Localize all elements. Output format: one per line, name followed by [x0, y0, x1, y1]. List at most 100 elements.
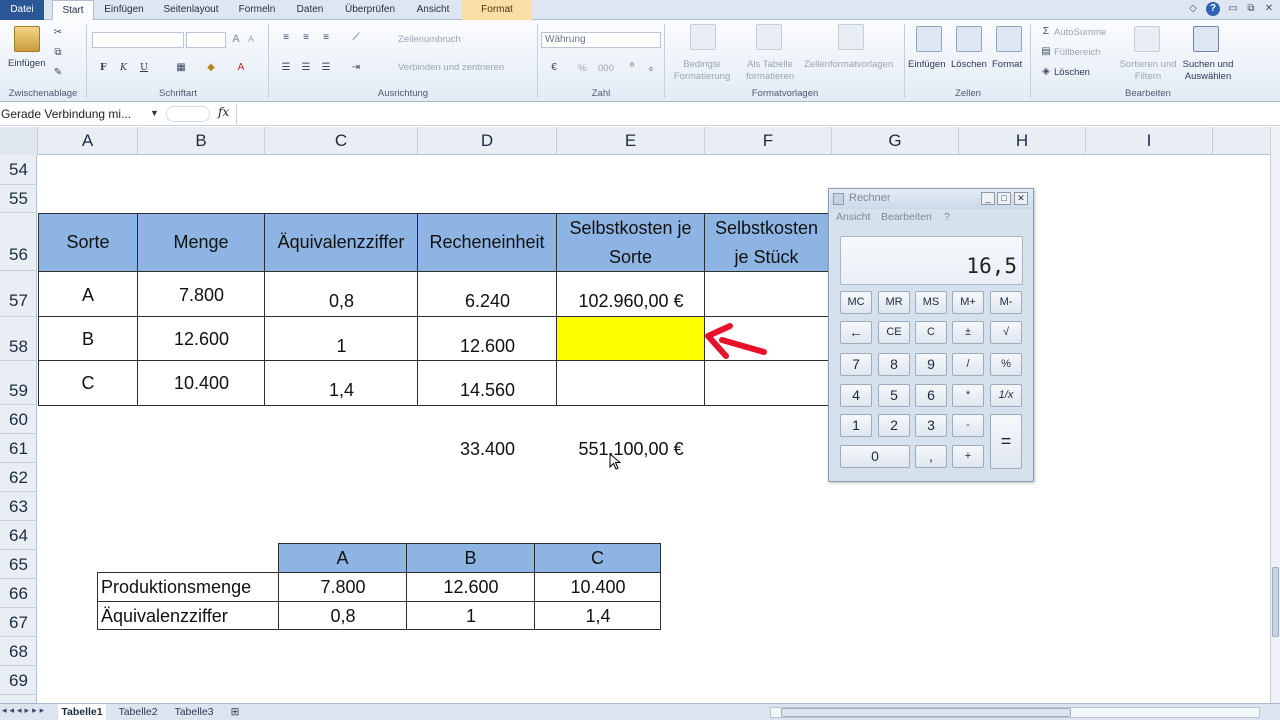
copy-icon[interactable]: ⧉: [52, 47, 64, 59]
paste-icon[interactable]: [14, 26, 40, 52]
sheet-tab-tabelle2[interactable]: Tabelle2: [114, 704, 162, 720]
close-workbook-icon[interactable]: ✕: [1262, 2, 1276, 16]
calc-key-backspace[interactable]: ←: [840, 321, 872, 344]
wrap-text-button[interactable]: Zeilenumbruch: [398, 34, 461, 45]
vertical-scroll-thumb[interactable]: [1272, 567, 1279, 637]
border-icon[interactable]: ▦: [175, 62, 187, 74]
row-header-60[interactable]: 60: [0, 405, 37, 434]
format-cells-icon[interactable]: [996, 26, 1022, 52]
cell-e59[interactable]: [556, 360, 705, 406]
column-header-b[interactable]: B: [138, 127, 265, 155]
fill-color-icon[interactable]: ◆: [205, 62, 217, 74]
percent-button[interactable]: %: [578, 63, 586, 74]
cell-f59[interactable]: [704, 360, 828, 406]
orientation-icon[interactable]: ⟋: [350, 32, 362, 44]
calc-key-decimal[interactable]: ,: [915, 445, 947, 468]
row-header-56[interactable]: 56: [0, 213, 37, 271]
column-header-g[interactable]: G: [832, 127, 959, 155]
grow-font-button[interactable]: A: [232, 33, 240, 45]
header-recheneinheit[interactable]: Recheneinheit: [417, 213, 557, 272]
sort-filter-button[interactable]: Sortieren und Filtern: [1118, 59, 1178, 83]
column-header-f[interactable]: F: [705, 127, 832, 155]
paste-button[interactable]: Einfügen: [8, 58, 46, 69]
column-header-i[interactable]: I: [1086, 127, 1213, 155]
header-menge[interactable]: Menge: [137, 213, 265, 272]
help-icon[interactable]: ?: [1206, 2, 1220, 16]
column-header-d[interactable]: D: [418, 127, 557, 155]
calc-key-mr[interactable]: MR: [878, 291, 910, 314]
row-header-62[interactable]: 62: [0, 463, 37, 492]
cell-e58-highlighted[interactable]: [556, 316, 705, 361]
conditional-formatting-button[interactable]: Bedingte Formatierung: [668, 59, 736, 83]
tab-format[interactable]: Format: [462, 0, 532, 20]
minimize-window-icon[interactable]: ▭: [1226, 2, 1240, 16]
calc-key-plus[interactable]: +: [952, 445, 984, 468]
sheet-tab-tabelle1[interactable]: Tabelle1: [58, 704, 106, 720]
row-header-58[interactable]: 58: [0, 317, 37, 361]
font-color-icon[interactable]: A: [235, 62, 247, 74]
increase-decimal-icon[interactable]: ⁰: [626, 62, 638, 74]
underline-button[interactable]: U: [140, 62, 148, 73]
align-middle-icon[interactable]: ≡: [300, 32, 312, 44]
calc-key-multiply[interactable]: *: [952, 384, 984, 407]
calc-key-1[interactable]: 1: [840, 414, 872, 437]
merge-center-button[interactable]: Verbinden und zentrieren: [398, 62, 504, 73]
calc-key-c[interactable]: C: [915, 321, 947, 344]
find-select-button[interactable]: Suchen und Auswählen: [1178, 59, 1238, 83]
row-header-59[interactable]: 59: [0, 361, 37, 405]
cell-f57[interactable]: [704, 271, 828, 317]
calc-key-percent[interactable]: %: [990, 353, 1022, 376]
calc-key-mplus[interactable]: M+: [952, 291, 984, 314]
column-header-e[interactable]: E: [557, 127, 705, 155]
formula-input[interactable]: [240, 105, 1270, 123]
delete-cells-icon[interactable]: [956, 26, 982, 52]
delete-cells-button[interactable]: Löschen: [951, 59, 987, 70]
calc-key-reciprocal[interactable]: 1/x: [990, 384, 1022, 407]
autosum-icon[interactable]: Σ: [1040, 26, 1052, 38]
fill-icon[interactable]: ▤: [1040, 46, 1052, 58]
tab-formeln[interactable]: Formeln: [232, 0, 282, 20]
align-left-icon[interactable]: ☰: [280, 62, 292, 74]
calc-key-mc[interactable]: MC: [840, 291, 872, 314]
sheet-tab-tabelle3[interactable]: Tabelle3: [170, 704, 218, 720]
row-header-68[interactable]: 68: [0, 637, 37, 666]
tab-datei[interactable]: Datei: [0, 0, 44, 20]
calc-key-3[interactable]: 3: [915, 414, 947, 437]
align-right-icon[interactable]: ☰: [320, 62, 332, 74]
tab-start[interactable]: Start: [52, 0, 94, 21]
header-selbstkosten-stueck[interactable]: Selbstkosten je Stück: [704, 213, 828, 272]
format-as-table-icon[interactable]: [756, 24, 782, 50]
calculator-title-bar[interactable]: Rechner _ □ ✕: [829, 189, 1033, 209]
row-header-65[interactable]: 65: [0, 550, 37, 579]
small-header-c[interactable]: C: [534, 543, 661, 573]
tab-einfuegen[interactable]: Einfügen: [98, 0, 150, 20]
name-box[interactable]: Gerade Verbindung mi...: [0, 105, 162, 123]
bold-button[interactable]: F: [100, 62, 107, 73]
format-cells-button[interactable]: Format: [992, 59, 1022, 70]
sort-filter-icon[interactable]: [1134, 26, 1160, 52]
conditional-formatting-icon[interactable]: [690, 24, 716, 50]
font-size-select[interactable]: [186, 32, 226, 48]
calc-key-5[interactable]: 5: [878, 384, 910, 407]
tab-ueberpruefen[interactable]: Überprüfen: [338, 0, 402, 20]
calc-key-4[interactable]: 4: [840, 384, 872, 407]
clear-button[interactable]: Löschen: [1054, 67, 1090, 78]
horizontal-scrollbar[interactable]: [770, 707, 1260, 718]
restore-window-icon[interactable]: ⧉: [1244, 2, 1258, 16]
thousands-button[interactable]: 000: [598, 63, 614, 74]
clear-icon[interactable]: ◈: [1040, 66, 1052, 78]
calc-key-sqrt[interactable]: √: [990, 321, 1022, 344]
row-header-64[interactable]: 64: [0, 521, 37, 550]
autosum-button[interactable]: AutoSumme: [1054, 27, 1106, 38]
select-all-corner[interactable]: [0, 127, 38, 155]
calc-key-9[interactable]: 9: [915, 353, 947, 376]
calc-key-equals[interactable]: =: [990, 414, 1022, 469]
number-format-select[interactable]: Währung: [541, 32, 661, 48]
minimize-ribbon-icon[interactable]: ◇: [1186, 2, 1200, 16]
column-header-a[interactable]: A: [38, 127, 138, 155]
insert-cells-icon[interactable]: [916, 26, 942, 52]
italic-button[interactable]: K: [120, 62, 127, 73]
cell-styles-button[interactable]: Zellenformatvorlagen: [804, 59, 893, 70]
calc-key-mminus[interactable]: M-: [990, 291, 1022, 314]
align-center-icon[interactable]: ☰: [300, 62, 312, 74]
